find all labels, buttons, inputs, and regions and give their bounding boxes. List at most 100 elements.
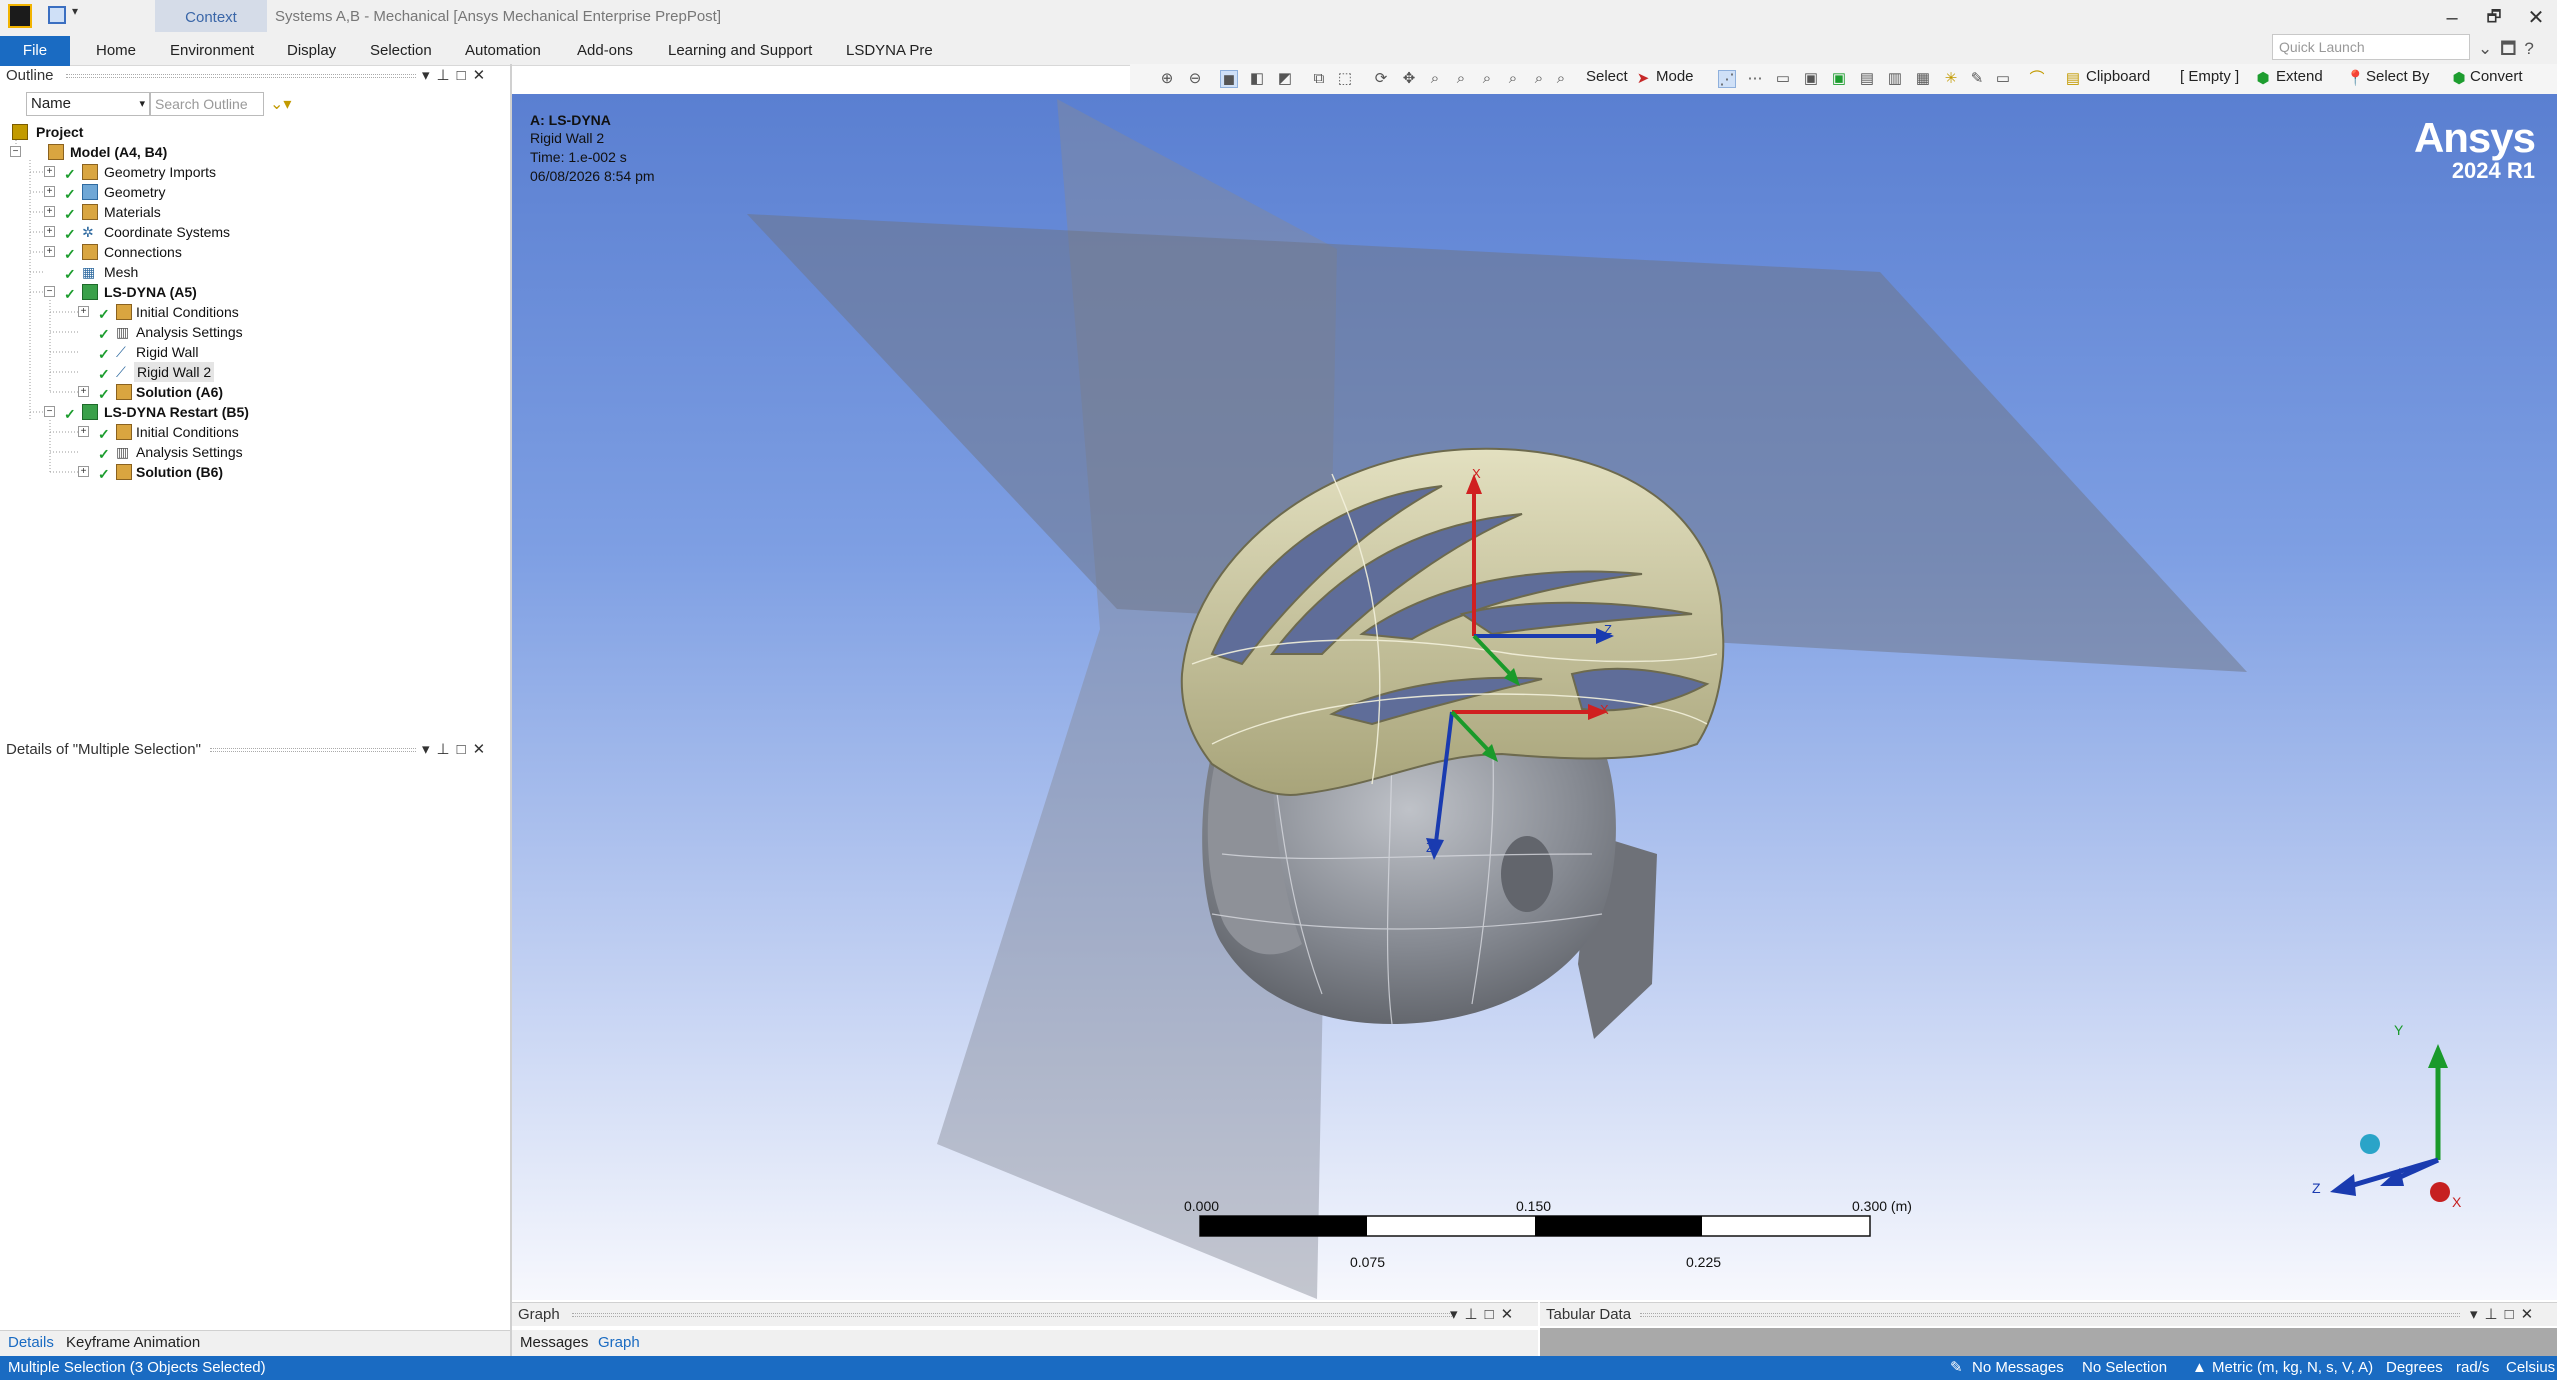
status-units[interactable]: Metric (m, kg, N, s, V, A) [2212,1356,2373,1380]
search-outline-input[interactable]: Search Outline [150,92,264,116]
panel-grip[interactable] [66,74,416,78]
tab-details[interactable]: Details [8,1332,54,1354]
convert-icon[interactable]: ⬢ [2450,70,2468,88]
extend-dropdown[interactable]: Extend [2276,68,2323,85]
convert-dropdown[interactable]: Convert [2470,68,2523,85]
tab-messages[interactable]: Messages [520,1332,588,1354]
panel-controls[interactable]: ▾⊥□✕ [2470,1303,2540,1327]
clipboard-icon[interactable]: ▤ [2064,70,2082,88]
close-button[interactable]: ✕ [2516,4,2556,32]
collapse-icon[interactable]: − [44,286,55,297]
zoom-next-icon[interactable]: ⌕ [1552,70,1570,88]
status-messages[interactable]: No Messages [1972,1356,2064,1380]
quick-launch-input[interactable]: Quick Launch [2272,34,2470,60]
select-body-icon[interactable]: ▣ [1802,70,1820,88]
zoom-fit-icon[interactable]: ⌕ [1478,70,1496,88]
menu-selection[interactable]: Selection [370,36,432,66]
rotate-icon[interactable]: ⟳ [1372,70,1390,88]
collapse-icon[interactable]: − [10,146,21,157]
edges-view-icon[interactable]: ◩ [1276,70,1294,88]
expand-icon[interactable]: + [78,386,89,397]
menu-display[interactable]: Display [287,36,336,66]
zoom-box-icon[interactable]: ⌕ [1452,70,1470,88]
menu-add-ons[interactable]: Add-ons [577,36,633,66]
select-by-icon[interactable]: 📍 [2346,70,2365,88]
zoom-out-icon[interactable]: ⊖ [1186,70,1204,88]
mode-dropdown[interactable]: Mode [1656,68,1694,85]
menu-automation[interactable]: Automation [465,36,541,66]
rigid-wall-icon: ⟋ [116,344,126,360]
panel-controls[interactable]: ▾⊥□✕ [422,738,492,762]
panel-controls[interactable]: ▾⊥□✕ [422,64,492,88]
menu-file[interactable]: File [0,36,70,66]
pan-icon[interactable]: ✥ [1400,70,1418,88]
save-icon[interactable] [48,6,66,24]
curve-icon[interactable]: ⌒ [2028,70,2046,88]
wireframe-view-icon[interactable]: ◧ [1248,70,1266,88]
annotation-icon[interactable]: ✎ [1968,70,1986,88]
select-by-dropdown[interactable]: Select By [2366,68,2429,85]
panel-grip[interactable] [1640,1313,2460,1317]
clipboard-dropdown[interactable]: Clipboard [2086,68,2150,85]
expand-icon[interactable]: + [78,426,89,437]
zoom-previous-icon[interactable]: ⌕ [1530,70,1548,88]
check-icon: ✓ [98,426,110,442]
select-element-icon[interactable]: ▥ [1886,70,1904,88]
status-angle[interactable]: Degrees [2386,1356,2443,1380]
select-node-icon[interactable]: ▣ [1830,70,1848,88]
ear-shape [1501,836,1553,912]
panel-grip[interactable] [572,1313,1452,1317]
quick-access-dropdown-icon[interactable]: ▾ [72,4,78,18]
restore-button[interactable]: 🗗 [2474,4,2514,32]
collapse-icon[interactable]: − [44,406,55,417]
select-vertex-icon[interactable]: ⋰ [1718,70,1736,88]
expand-icon[interactable]: + [44,186,55,197]
menu-lsdyna-pre[interactable]: LSDYNA Pre [846,36,933,66]
check-icon: ✓ [64,186,76,202]
select-element-face-icon[interactable]: ▤ [1858,70,1876,88]
select-edge-icon[interactable]: ⋯ [1746,70,1764,88]
tab-graph[interactable]: Graph [598,1332,640,1354]
expand-icon[interactable]: + [44,246,55,257]
scale-bar [1199,1215,1871,1237]
tab-keyframe-animation[interactable]: Keyframe Animation [66,1332,200,1354]
check-icon: ✓ [64,406,76,422]
expand-icon[interactable]: + [78,306,89,317]
quick-launch-icons[interactable]: ⌄🗖? [2478,36,2542,65]
select-button[interactable]: Select [1586,68,1628,85]
panel-grip[interactable] [210,748,416,752]
status-temp[interactable]: Celsius [2506,1356,2555,1380]
expand-icon[interactable]: + [78,466,89,477]
magnifier-icon[interactable]: ⌕ [1504,70,1522,88]
panel-controls[interactable]: ▾⊥□✕ [1450,1303,1520,1327]
highlight-icon[interactable]: ✳ [1942,70,1960,88]
graphics-viewport[interactable]: A: LS-DYNA Rigid Wall 2 Time: 1.e-002 s … [512,94,2557,1300]
scale-label-2: 0.300 (m) [1852,1198,1912,1214]
box-zoom-icon[interactable]: ⬚ [1336,70,1354,88]
expand-icon[interactable]: + [44,226,55,237]
menu-environment[interactable]: Environment [170,36,254,66]
ansys-app-icon[interactable] [8,4,32,28]
mode-cursor-icon[interactable]: ➤ [1634,70,1652,88]
zoom-icon[interactable]: ⌕ [1426,70,1444,88]
menu-home[interactable]: Home [96,36,136,66]
outline-name-select[interactable]: Name ▾ [26,92,150,116]
expand-icon[interactable]: + [44,166,55,177]
context-tab[interactable]: Context [155,0,267,32]
extend-icon[interactable]: ⬢ [2254,70,2272,88]
tree-label: Mesh [104,264,139,280]
zoom-in-icon[interactable]: ⊕ [1158,70,1176,88]
minimize-button[interactable]: – [2432,4,2472,32]
filter-icon[interactable]: ⌄▾ [270,94,291,114]
section-plane-icon[interactable]: ⧉ [1310,70,1328,88]
select-face-icon[interactable]: ▭ [1774,70,1792,88]
check-icon: ✓ [98,306,110,322]
select-mesh-icon[interactable]: ▦ [1914,70,1932,88]
check-icon: ✓ [64,206,76,222]
menu-learning-support[interactable]: Learning and Support [668,36,812,66]
shaded-view-icon[interactable]: ◼ [1220,70,1238,88]
tree-label: Connections [104,244,182,260]
hide-icon[interactable]: ▭ [1994,70,2012,88]
status-rate[interactable]: rad/s [2456,1356,2489,1380]
expand-icon[interactable]: + [44,206,55,217]
